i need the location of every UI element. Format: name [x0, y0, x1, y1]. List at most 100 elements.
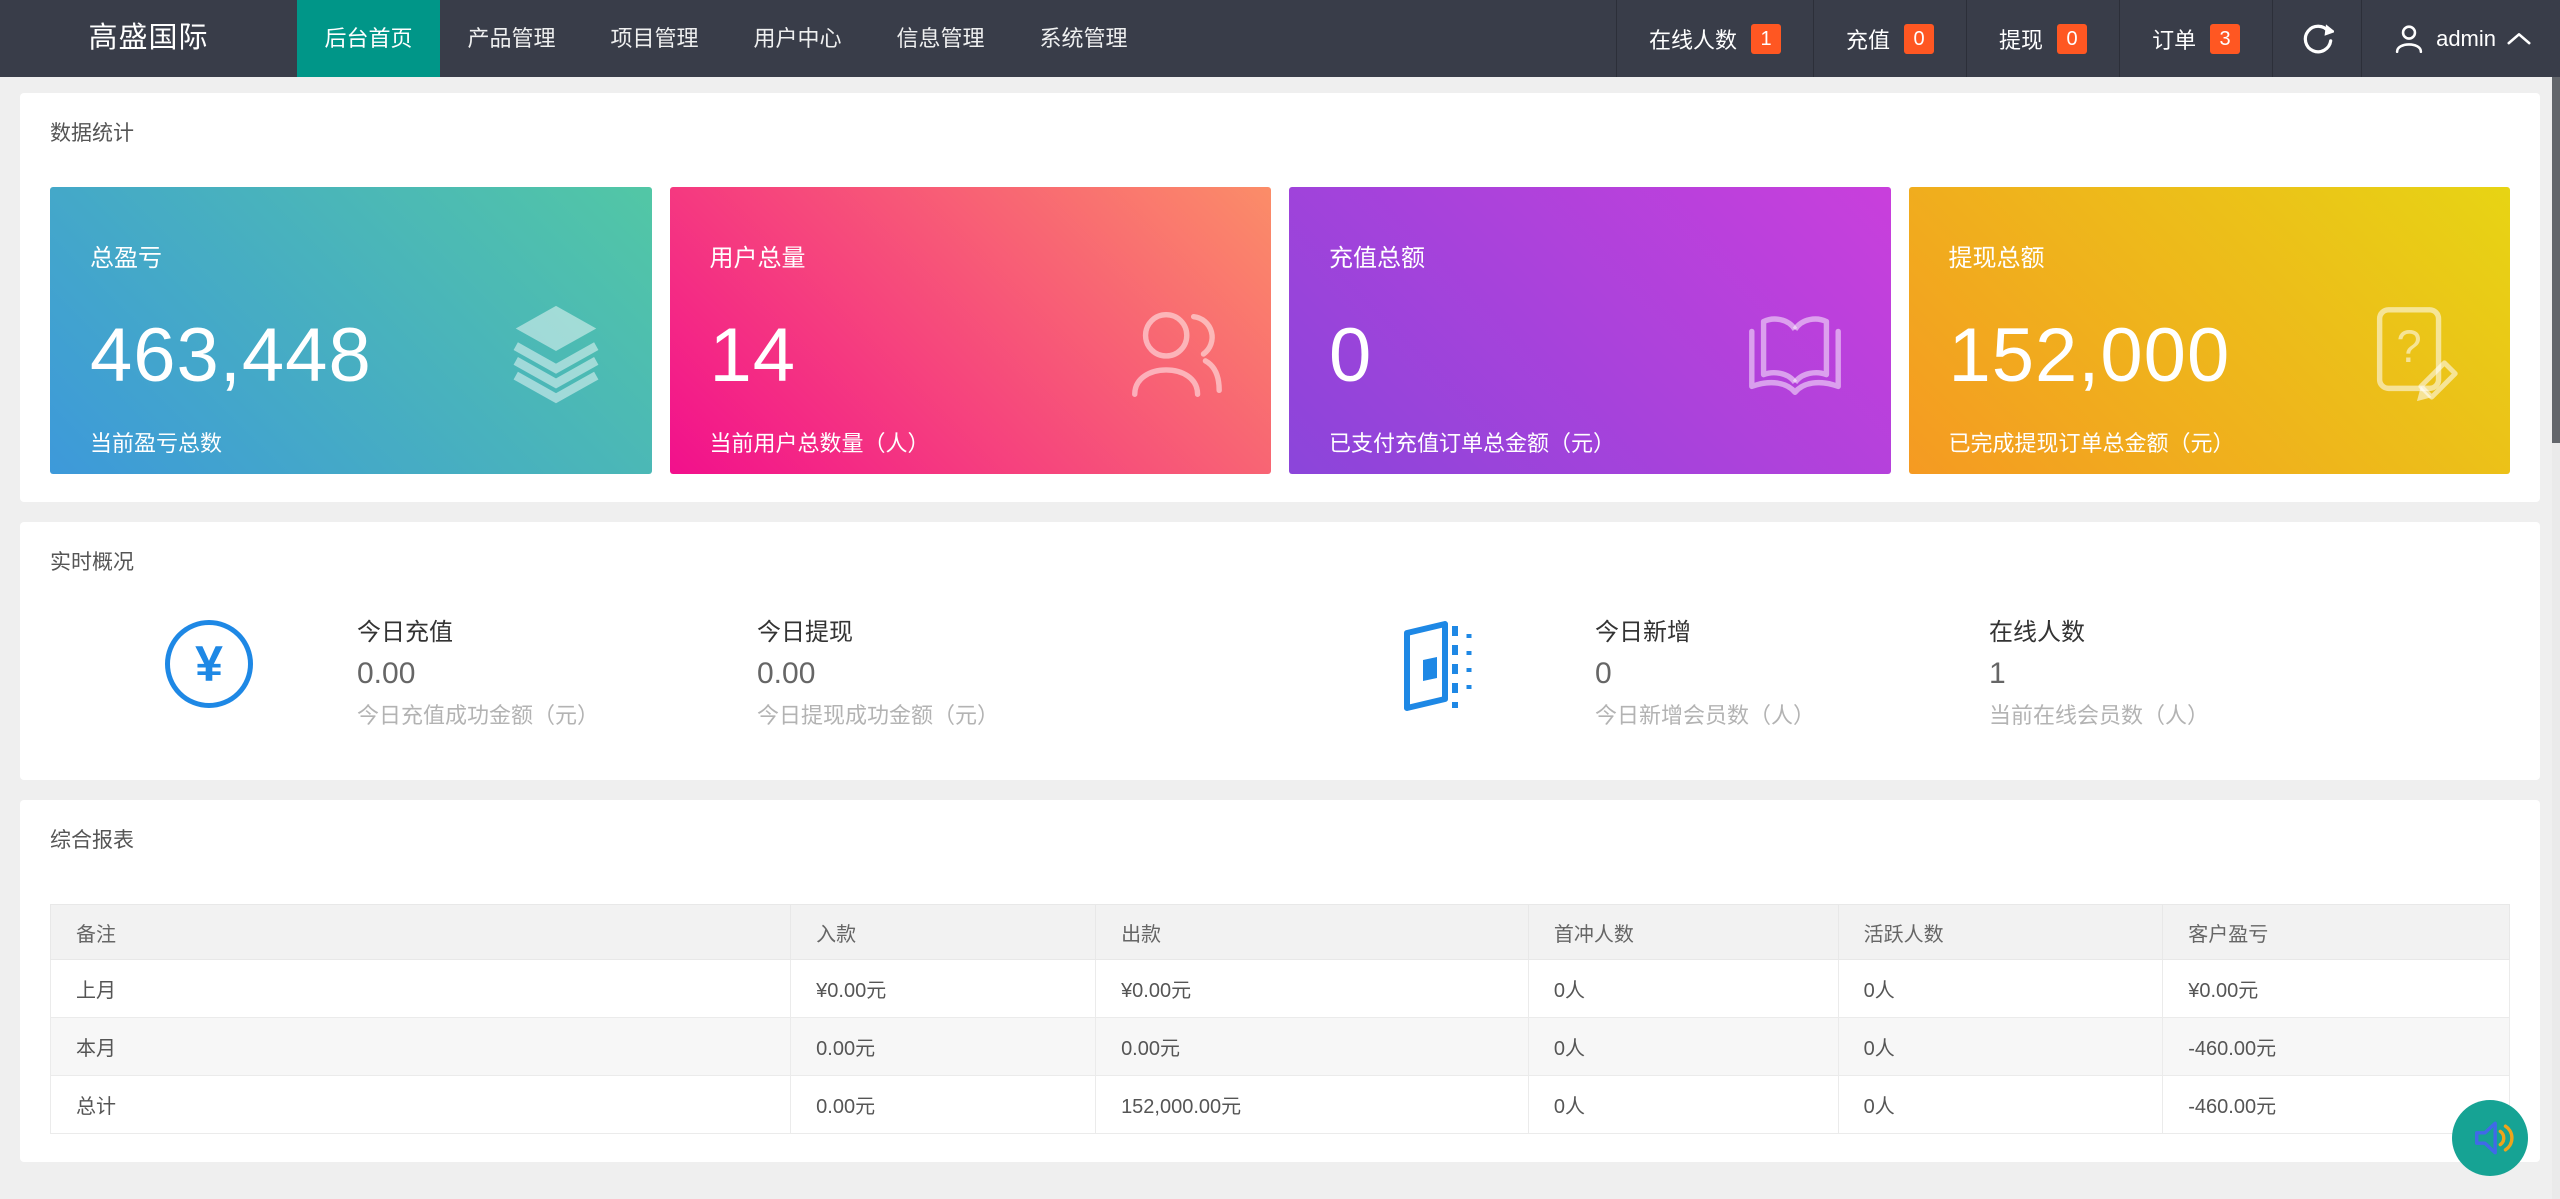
- stat-desc: 今日新增会员数（人）: [1595, 703, 1816, 728]
- header-right: 在线人数 1 充值 0 提现 0 订单 3 admin: [1616, 0, 2560, 77]
- stat-label: 今日新增: [1595, 619, 1691, 646]
- table-row-total: 总计 0.00元 152,000.00元 0人 0人 -460.00元: [49, 1075, 2510, 1134]
- cell: ¥0.00元: [1095, 959, 1529, 1018]
- card-total-recharge: 充值总额 0 已支付充值订单总金额（元）: [1289, 187, 1891, 474]
- stats-panel: 数据统计 总盈亏 463,448 当前盈亏总数 用户总量 14 当前用户总数量（…: [20, 93, 2540, 502]
- cell: ¥0.00元: [790, 959, 1097, 1018]
- table-row-last-month: 上月 ¥0.00元 ¥0.00元 0人 0人 ¥0.00元: [49, 959, 2510, 1018]
- withdraw-badge: 0: [2057, 23, 2088, 54]
- stat-label: 在线人数: [1989, 619, 2085, 646]
- card-label: 提现总额: [1948, 245, 2045, 272]
- users-icon: [1132, 312, 1222, 397]
- card-desc: 已完成提现订单总金额（元）: [1948, 431, 2235, 456]
- stat-today-new: 今日新增 0 今日新增会员数（人）: [1595, 618, 1989, 730]
- top-header: 高盛国际 后台首页 产品管理 项目管理 用户中心 信息管理 系统管理 在线人数 …: [0, 0, 2560, 77]
- nav-tab-projects[interactable]: 项目管理: [583, 0, 726, 77]
- stat-cards-row: 总盈亏 463,448 当前盈亏总数 用户总量 14 当前用户总数量（人） 充值…: [50, 187, 2510, 474]
- table-header-row: 备注 入款 出款 首冲人数 活跃人数 客户盈亏: [49, 904, 2510, 960]
- report-table: 备注 入款 出款 首冲人数 活跃人数 客户盈亏 上月 ¥0.00元 ¥0.00元…: [49, 904, 2510, 1134]
- doc-edit-icon: ?: [2376, 307, 2458, 402]
- stat-desc: 今日提现成功金额（元）: [757, 703, 1000, 728]
- overview-panel: 实时概况 ¥ 今日充值 0.00 今日充值成功金额（元） 今日提现 0.00 今…: [20, 522, 2540, 780]
- stat-value: 0: [1595, 657, 1612, 690]
- card-label: 总盈亏: [90, 245, 162, 272]
- orders-item[interactable]: 订单 3: [2119, 0, 2272, 77]
- online-count-item[interactable]: 在线人数 1: [1616, 0, 1813, 77]
- cell: 0.00元: [790, 1075, 1097, 1134]
- stat-desc: 今日充值成功金额（元）: [357, 703, 600, 728]
- cell: 0人: [1837, 1075, 2164, 1134]
- stat-value: 0.00: [357, 657, 416, 690]
- card-total-profit: 总盈亏 463,448 当前盈亏总数: [50, 187, 652, 474]
- card-desc: 当前盈亏总数: [90, 431, 223, 456]
- stat-label: 今日提现: [757, 619, 853, 646]
- speaker-icon: [2475, 1121, 2514, 1155]
- stats-panel-title: 数据统计: [50, 122, 134, 145]
- cell: 0人: [1527, 1017, 1839, 1076]
- scrollbar-thumb[interactable]: [2552, 77, 2560, 443]
- overview-row: ¥ 今日充值 0.00 今日充值成功金额（元） 今日提现 0.00 今日提现成功…: [50, 618, 2510, 730]
- card-label: 充值总额: [1329, 245, 1425, 272]
- card-label: 用户总量: [709, 245, 806, 272]
- layers-icon: [513, 305, 598, 404]
- col-header-pnl: 客户盈亏: [2162, 904, 2510, 960]
- report-panel: 综合报表 备注 入款 出款 首冲人数 活跃人数 客户盈亏 上月 ¥0.00元 ¥…: [20, 800, 2540, 1162]
- cell: 0人: [1837, 959, 2164, 1018]
- col-header-note: 备注: [49, 904, 792, 960]
- admin-dropdown[interactable]: admin: [2361, 0, 2560, 77]
- card-desc: 当前用户总数量（人）: [709, 431, 930, 456]
- cell: 0.00元: [790, 1017, 1097, 1076]
- door-icon: [1404, 621, 1472, 711]
- svg-text:?: ?: [2397, 321, 2422, 372]
- stat-value: 0.00: [757, 657, 816, 690]
- recharge-item[interactable]: 充值 0: [1813, 0, 1966, 77]
- cell: 0.00元: [1095, 1017, 1529, 1076]
- card-total-withdraw: 提现总额 152,000 已完成提现订单总金额（元） ?: [1908, 187, 2510, 474]
- cell: 0人: [1837, 1017, 2164, 1076]
- stat-today-withdraw: 今日提现 0.00 今日提现成功金额（元）: [757, 618, 1397, 730]
- nav-tab-products[interactable]: 产品管理: [440, 0, 583, 77]
- stat-desc: 当前在线会员数（人）: [1989, 703, 2210, 728]
- stat-value: 1: [1989, 657, 2006, 690]
- nav-tab-users[interactable]: 用户中心: [726, 0, 869, 77]
- nav-tab-system[interactable]: 系统管理: [1012, 0, 1155, 77]
- cell: 本月: [49, 1017, 792, 1076]
- cell: 总计: [49, 1075, 792, 1134]
- user-icon: [2395, 24, 2423, 53]
- withdraw-item[interactable]: 提现 0: [1966, 0, 2119, 77]
- cell: 0人: [1527, 959, 1839, 1018]
- overview-panel-title: 实时概况: [50, 551, 134, 574]
- card-total-users: 用户总量 14 当前用户总数量（人）: [669, 187, 1271, 474]
- admin-username: admin: [2436, 25, 2496, 51]
- brand-logo: 高盛国际: [88, 22, 209, 54]
- nav-tab-home[interactable]: 后台首页: [297, 0, 440, 77]
- yuan-circle-icon: ¥: [165, 620, 253, 708]
- nav-tab-info[interactable]: 信息管理: [869, 0, 1012, 77]
- withdraw-label: 提现: [1999, 27, 2044, 53]
- cell: 上月: [49, 959, 792, 1018]
- col-header-active: 活跃人数: [1837, 904, 2164, 960]
- report-panel-title: 综合报表: [50, 829, 134, 852]
- stat-label: 今日充值: [357, 619, 453, 646]
- card-desc: 已支付充值订单总金额（元）: [1329, 431, 1616, 456]
- cell: -460.00元: [2162, 1017, 2510, 1076]
- cell: ¥0.00元: [2162, 959, 2510, 1018]
- stat-today-recharge: 今日充值 0.00 今日充值成功金额（元）: [357, 618, 757, 730]
- col-header-payout: 出款: [1095, 904, 1529, 960]
- main-nav: 后台首页 产品管理 项目管理 用户中心 信息管理 系统管理: [297, 0, 1155, 77]
- recharge-label: 充值: [1846, 27, 1891, 53]
- recharge-badge: 0: [1904, 23, 1935, 54]
- refresh-icon: [2303, 23, 2335, 53]
- col-header-deposit: 入款: [790, 904, 1097, 960]
- cell: 0人: [1527, 1075, 1839, 1134]
- online-count-badge: 1: [1751, 23, 1782, 54]
- col-header-first-charge: 首冲人数: [1527, 904, 1839, 960]
- orders-badge: 3: [2210, 23, 2241, 54]
- table-row-this-month: 本月 0.00元 0.00元 0人 0人 -460.00元: [49, 1017, 2510, 1076]
- orders-label: 订单: [2152, 27, 2197, 53]
- online-count-label: 在线人数: [1649, 27, 1738, 53]
- chevron-up-icon: [2507, 33, 2531, 45]
- refresh-button[interactable]: [2272, 0, 2361, 77]
- stat-online-users: 在线人数 1 当前在线会员数（人）: [1989, 618, 2209, 730]
- sound-fab-button[interactable]: [2452, 1100, 2528, 1176]
